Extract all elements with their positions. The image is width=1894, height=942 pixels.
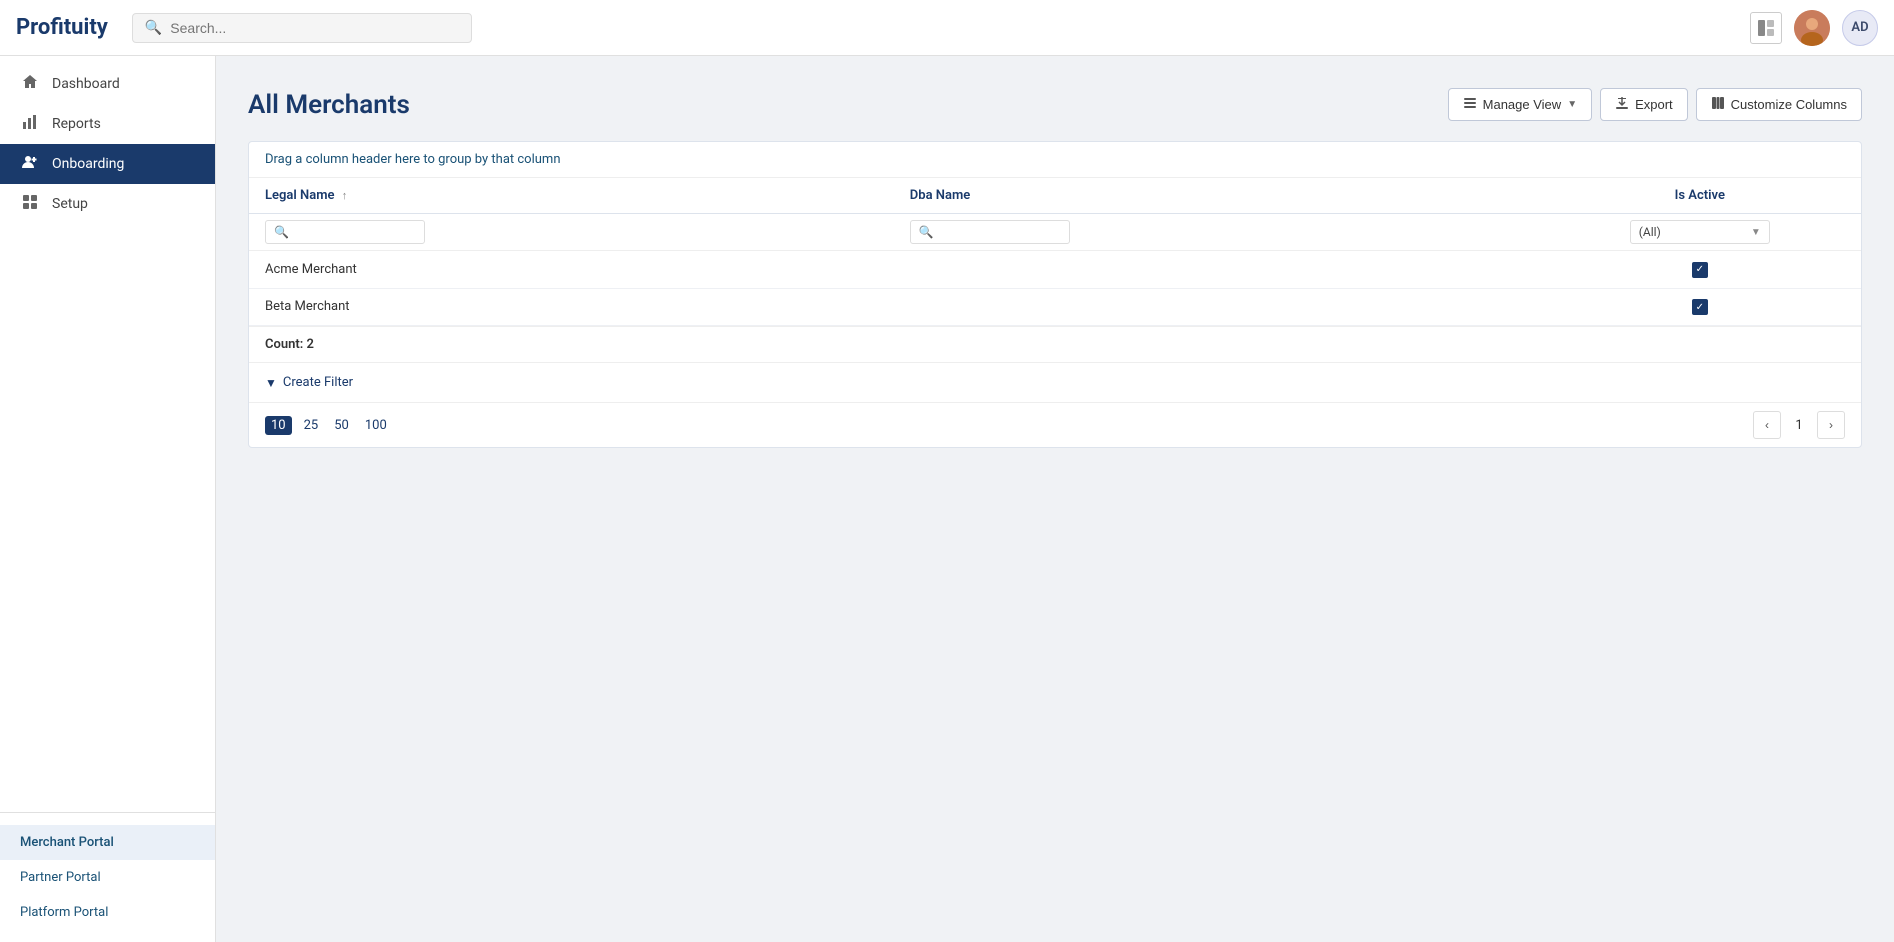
merchants-table: Legal Name ↑ Dba Name Is Active: [249, 178, 1861, 326]
filter-search-icon-legal: 🔍: [274, 225, 289, 239]
is-active-checkbox-1[interactable]: ✓: [1692, 299, 1708, 315]
user-initials[interactable]: AD: [1842, 10, 1878, 46]
page-size-100[interactable]: 100: [361, 416, 391, 435]
col-header-dba-name[interactable]: Dba Name: [894, 178, 1539, 214]
navbar-right: AD: [1750, 10, 1878, 46]
sidebar-item-onboarding[interactable]: Onboarding: [0, 144, 215, 184]
filter-icon: ▼: [265, 376, 277, 390]
cell-dba-name-0: [894, 251, 1539, 289]
bar-chart-icon: [20, 114, 40, 134]
navbar: Profituity 🔍 AD: [0, 0, 1894, 56]
cell-legal-name-1: Beta Merchant: [249, 288, 894, 326]
sidebar-label-onboarding: Onboarding: [52, 156, 124, 172]
grid-icon: [20, 194, 40, 214]
sidebar-partner-portal[interactable]: Partner Portal: [0, 860, 215, 895]
prev-page-button[interactable]: ‹: [1753, 411, 1781, 439]
sidebar-platform-portal[interactable]: Platform Portal: [0, 895, 215, 930]
sort-indicator-legal-name: ↑: [342, 189, 348, 202]
export-button[interactable]: Export: [1600, 88, 1688, 121]
pagination-controls: ‹ 1 ›: [1753, 411, 1845, 439]
create-filter-section: ▼ Create Filter: [249, 362, 1861, 402]
page-size-25[interactable]: 25: [300, 416, 323, 435]
table-body: Acme Merchant ✓ Beta Merchant ✓: [249, 251, 1861, 326]
count-label: Count: 2: [265, 337, 314, 352]
manage-view-label: Manage View: [1483, 97, 1562, 112]
sidebar-nav: Dashboard Reports Onboarding Setup: [0, 56, 215, 812]
sidebar-item-dashboard[interactable]: Dashboard: [0, 64, 215, 104]
create-filter-label: Create Filter: [283, 375, 353, 390]
page-header: All Merchants Manage View ▼ Export: [248, 88, 1862, 121]
cell-legal-name-0: Acme Merchant: [249, 251, 894, 289]
manage-view-button[interactable]: Manage View ▼: [1448, 88, 1592, 121]
pagination-section: 10 25 50 100 ‹ 1 ›: [249, 402, 1861, 447]
filter-dba-name-input[interactable]: [940, 225, 1061, 239]
filter-is-active-cell: (All) ▼: [1539, 214, 1861, 251]
col-header-is-active[interactable]: Is Active: [1539, 178, 1861, 214]
avatar[interactable]: [1794, 10, 1830, 46]
person-plus-icon: [20, 154, 40, 174]
filter-dba-name-cell: 🔍: [894, 214, 1539, 251]
search-input[interactable]: [170, 20, 459, 36]
customize-columns-button[interactable]: Customize Columns: [1696, 88, 1862, 121]
app-logo: Profituity: [16, 15, 108, 40]
filter-dba-name-wrap: 🔍: [910, 220, 1070, 244]
search-bar[interactable]: 🔍: [132, 13, 472, 43]
cell-is-active-0: ✓: [1539, 251, 1861, 289]
page-title: All Merchants: [248, 90, 410, 120]
sidebar-label-dashboard: Dashboard: [52, 76, 120, 92]
house-icon: [20, 74, 40, 94]
filter-chevron-icon: ▼: [1751, 227, 1761, 238]
filter-all-label: (All): [1639, 225, 1661, 239]
partner-portal-label: Partner Portal: [20, 870, 101, 885]
drag-hint: Drag a column header here to group by th…: [249, 142, 1861, 178]
create-filter-button[interactable]: ▼ Create Filter: [265, 371, 1845, 394]
table-header-row: Legal Name ↑ Dba Name Is Active: [249, 178, 1861, 214]
is-active-checkbox-0[interactable]: ✓: [1692, 262, 1708, 278]
filter-search-icon-dba: 🔍: [919, 225, 934, 239]
current-page: 1: [1789, 418, 1809, 433]
cell-is-active-1: ✓: [1539, 288, 1861, 326]
filter-legal-name-wrap: 🔍: [265, 220, 425, 244]
header-actions: Manage View ▼ Export Customize Columns: [1448, 88, 1862, 121]
sidebar-label-setup: Setup: [52, 196, 88, 212]
sidebar-item-reports[interactable]: Reports: [0, 104, 215, 144]
chevron-down-icon: ▼: [1567, 99, 1577, 110]
table-footer: Count: 2: [249, 326, 1861, 362]
sidebar-label-reports: Reports: [52, 116, 101, 132]
main-content: All Merchants Manage View ▼ Export: [216, 56, 1894, 942]
export-icon: [1615, 96, 1629, 113]
manage-view-icon: [1463, 96, 1477, 113]
panel-toggle-icon[interactable]: [1750, 12, 1782, 44]
col-header-legal-name[interactable]: Legal Name ↑: [249, 178, 894, 214]
cell-dba-name-1: [894, 288, 1539, 326]
filter-legal-name-input[interactable]: [295, 225, 416, 239]
table-row[interactable]: Beta Merchant ✓: [249, 288, 1861, 326]
page-size-10[interactable]: 10: [265, 416, 292, 435]
search-icon: 🔍: [145, 20, 162, 36]
page-size-50[interactable]: 50: [330, 416, 353, 435]
export-label: Export: [1635, 97, 1673, 112]
page-size-options: 10 25 50 100: [265, 416, 391, 435]
sidebar: Dashboard Reports Onboarding Setup: [0, 56, 216, 942]
filter-legal-name-cell: 🔍: [249, 214, 894, 251]
table-filter-row: 🔍 🔍 (All): [249, 214, 1861, 251]
customize-columns-icon: [1711, 96, 1725, 113]
table-container: Drag a column header here to group by th…: [248, 141, 1862, 448]
sidebar-merchant-portal[interactable]: Merchant Portal: [0, 825, 215, 860]
sidebar-item-setup[interactable]: Setup: [0, 184, 215, 224]
table-row[interactable]: Acme Merchant ✓: [249, 251, 1861, 289]
main-layout: Dashboard Reports Onboarding Setup: [0, 56, 1894, 942]
next-page-button[interactable]: ›: [1817, 411, 1845, 439]
customize-columns-label: Customize Columns: [1731, 97, 1847, 112]
merchant-portal-label: Merchant Portal: [20, 835, 114, 850]
platform-portal-label: Platform Portal: [20, 905, 108, 920]
sidebar-bottom: Merchant Portal Partner Portal Platform …: [0, 812, 215, 942]
